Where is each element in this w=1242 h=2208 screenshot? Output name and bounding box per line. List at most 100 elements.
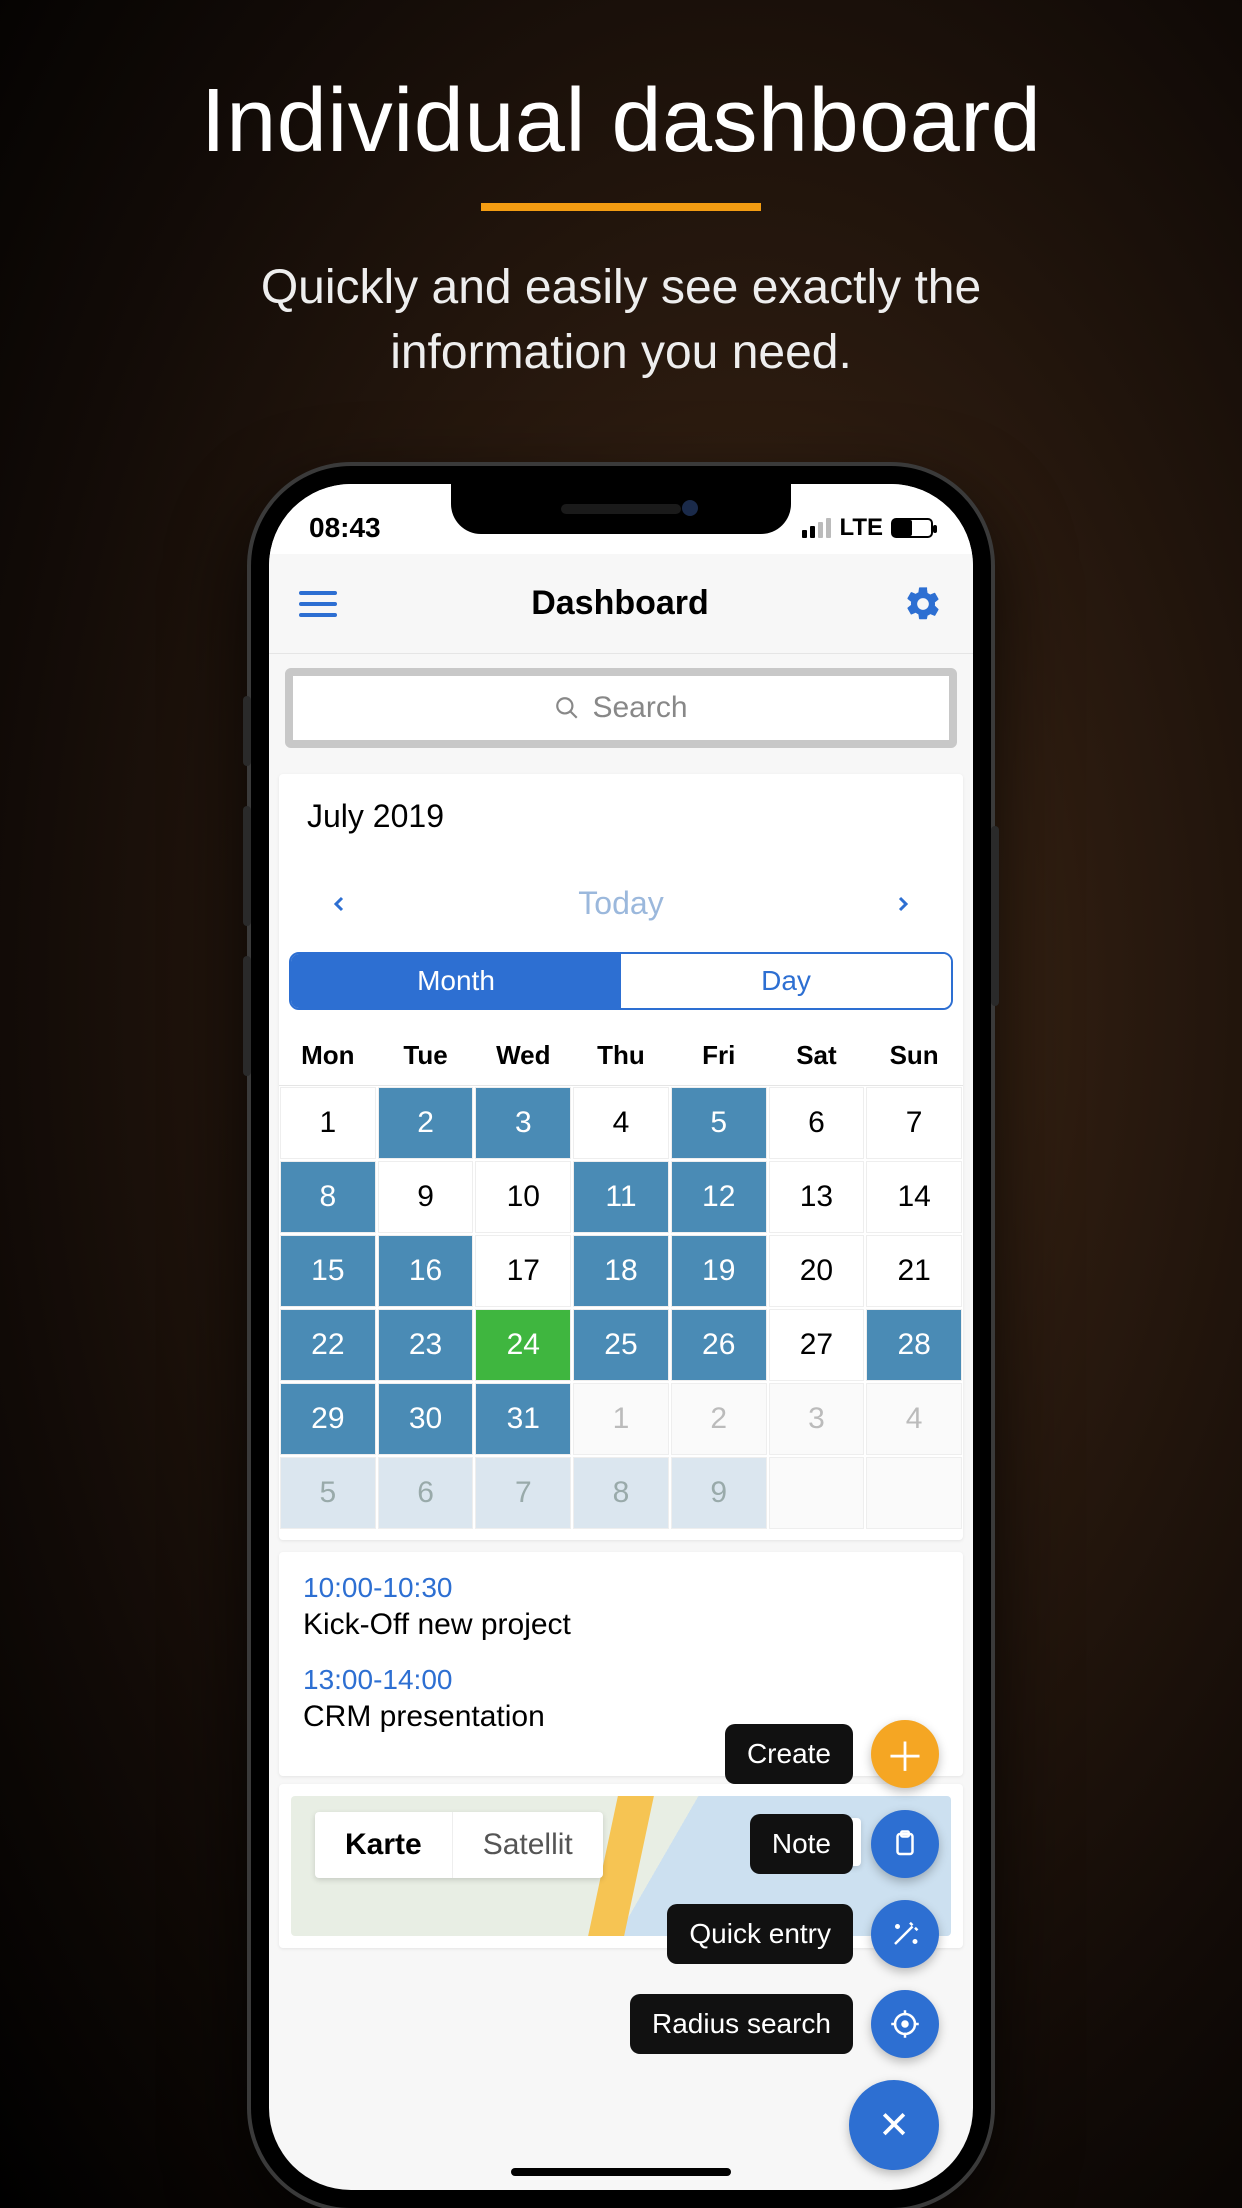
phone-screen: 08:43 LTE Dashboard Search (269, 484, 973, 2190)
calendar-day[interactable]: 27 (769, 1309, 865, 1381)
map-tab-karte[interactable]: Karte (315, 1812, 453, 1878)
calendar-weekday: Wed (474, 1026, 572, 1086)
search-placeholder: Search (592, 691, 687, 725)
calendar-day[interactable]: 1 (280, 1087, 376, 1159)
fab-create-button[interactable]: ＋ (871, 1720, 939, 1788)
calendar-day[interactable]: 30 (378, 1383, 474, 1455)
calendar-day[interactable]: 11 (573, 1161, 669, 1233)
calendar-month-label: July 2019 (279, 774, 963, 875)
calendar-day[interactable]: 13 (769, 1161, 865, 1233)
calendar-day[interactable]: 6 (769, 1087, 865, 1159)
promo-subtitle-line2: information you need. (390, 326, 852, 379)
calendar-day[interactable]: 2 (671, 1383, 767, 1455)
fab-radius-button[interactable] (871, 1990, 939, 2058)
fab-quick-button[interactable] (871, 1900, 939, 1968)
calendar-view-segment: Month Day (289, 952, 953, 1010)
phone-side-button (991, 826, 999, 1006)
calendar-weekday: Tue (377, 1026, 475, 1086)
calendar-day[interactable]: 9 (671, 1457, 767, 1529)
fab-menu: Create ＋ Note Quick entry Radius search (630, 1720, 939, 2170)
promo-title: Individual dashboard (0, 0, 1242, 173)
calendar-weekday: Sat (768, 1026, 866, 1086)
search-input[interactable]: Search (285, 668, 957, 748)
segment-day[interactable]: Day (621, 954, 951, 1008)
fab-row-radius: Radius search (630, 1990, 939, 2058)
fab-label-radius: Radius search (630, 1994, 853, 2054)
calendar-day[interactable]: 31 (475, 1383, 571, 1455)
calendar-weekday-row: MonTueWedThuFriSatSun (279, 1026, 963, 1086)
phone-side-button (243, 696, 251, 766)
fab-label-note: Note (750, 1814, 853, 1874)
carrier-label: LTE (839, 514, 883, 542)
calendar-day[interactable]: 12 (671, 1161, 767, 1233)
calendar-week-row: 22232425262728 (279, 1308, 963, 1382)
fab-close-button[interactable]: ✕ (849, 2080, 939, 2170)
fab-row-close: ✕ (849, 2080, 939, 2170)
calendar-weekday: Thu (572, 1026, 670, 1086)
calendar-day[interactable]: 14 (866, 1161, 962, 1233)
status-time: 08:43 (309, 512, 381, 544)
calendar-day[interactable]: 16 (378, 1235, 474, 1307)
home-indicator (511, 2168, 731, 2176)
calendar-day[interactable]: 10 (475, 1161, 571, 1233)
calendar-day[interactable]: 24 (475, 1309, 571, 1381)
chevron-right-icon (891, 892, 915, 916)
calendar-day[interactable]: 25 (573, 1309, 669, 1381)
menu-icon[interactable] (299, 591, 337, 617)
chevron-left-icon (327, 892, 351, 916)
map-type-toggle: Karte Satellit (315, 1812, 603, 1878)
calendar-week-row: 1234567 (279, 1086, 963, 1160)
gear-icon[interactable] (903, 584, 943, 624)
wand-icon (890, 1919, 920, 1949)
close-icon: ✕ (878, 2103, 910, 2148)
fab-label-create: Create (725, 1724, 853, 1784)
calendar-day[interactable]: 21 (866, 1235, 962, 1307)
calendar-day[interactable]: 2 (378, 1087, 474, 1159)
calendar-day[interactable]: 7 (475, 1457, 571, 1529)
calendar-day[interactable]: 22 (280, 1309, 376, 1381)
calendar-today-button[interactable]: Today (578, 885, 663, 922)
calendar-next-button[interactable] (891, 892, 915, 916)
calendar-day[interactable]: 8 (280, 1161, 376, 1233)
event-time: 13:00-14:00 (303, 1664, 939, 1696)
segment-month[interactable]: Month (291, 954, 621, 1008)
nav-bar: Dashboard (269, 554, 973, 654)
calendar-day[interactable]: 23 (378, 1309, 474, 1381)
fab-note-button[interactable] (871, 1810, 939, 1878)
event-item[interactable]: 10:00-10:30 Kick-Off new project (303, 1572, 939, 1642)
calendar-day[interactable]: 26 (671, 1309, 767, 1381)
calendar-week-row: 891011121314 (279, 1160, 963, 1234)
calendar-day[interactable]: 18 (573, 1235, 669, 1307)
calendar-prev-button[interactable] (327, 892, 351, 916)
calendar-day[interactable]: 5 (671, 1087, 767, 1159)
calendar-day[interactable]: 8 (573, 1457, 669, 1529)
calendar-day[interactable]: 17 (475, 1235, 571, 1307)
calendar-nav: Today (279, 875, 963, 952)
calendar-day[interactable]: 3 (475, 1087, 571, 1159)
map-tab-satellit[interactable]: Satellit (453, 1812, 603, 1878)
target-icon (890, 2009, 920, 2039)
calendar-day[interactable]: 9 (378, 1161, 474, 1233)
search-icon (554, 695, 580, 721)
promo-underline (481, 203, 761, 211)
fab-label-quick: Quick entry (667, 1904, 853, 1964)
search-container: Search (269, 654, 973, 762)
calendar-day[interactable]: 6 (378, 1457, 474, 1529)
clipboard-icon (890, 1829, 920, 1859)
calendar-day[interactable]: 28 (866, 1309, 962, 1381)
calendar-day[interactable]: 3 (769, 1383, 865, 1455)
calendar-day[interactable]: 19 (671, 1235, 767, 1307)
calendar-day[interactable]: 4 (573, 1087, 669, 1159)
calendar-day[interactable]: 7 (866, 1087, 962, 1159)
calendar-day[interactable]: 5 (280, 1457, 376, 1529)
calendar-day[interactable]: 1 (573, 1383, 669, 1455)
calendar-day[interactable]: 20 (769, 1235, 865, 1307)
battery-icon (891, 518, 933, 538)
calendar-day[interactable] (866, 1457, 962, 1529)
calendar-day[interactable]: 29 (280, 1383, 376, 1455)
calendar-day[interactable]: 4 (866, 1383, 962, 1455)
calendar-day[interactable] (769, 1457, 865, 1529)
fab-row-quick: Quick entry (667, 1900, 939, 1968)
calendar-day[interactable]: 15 (280, 1235, 376, 1307)
phone-notch (451, 484, 791, 534)
